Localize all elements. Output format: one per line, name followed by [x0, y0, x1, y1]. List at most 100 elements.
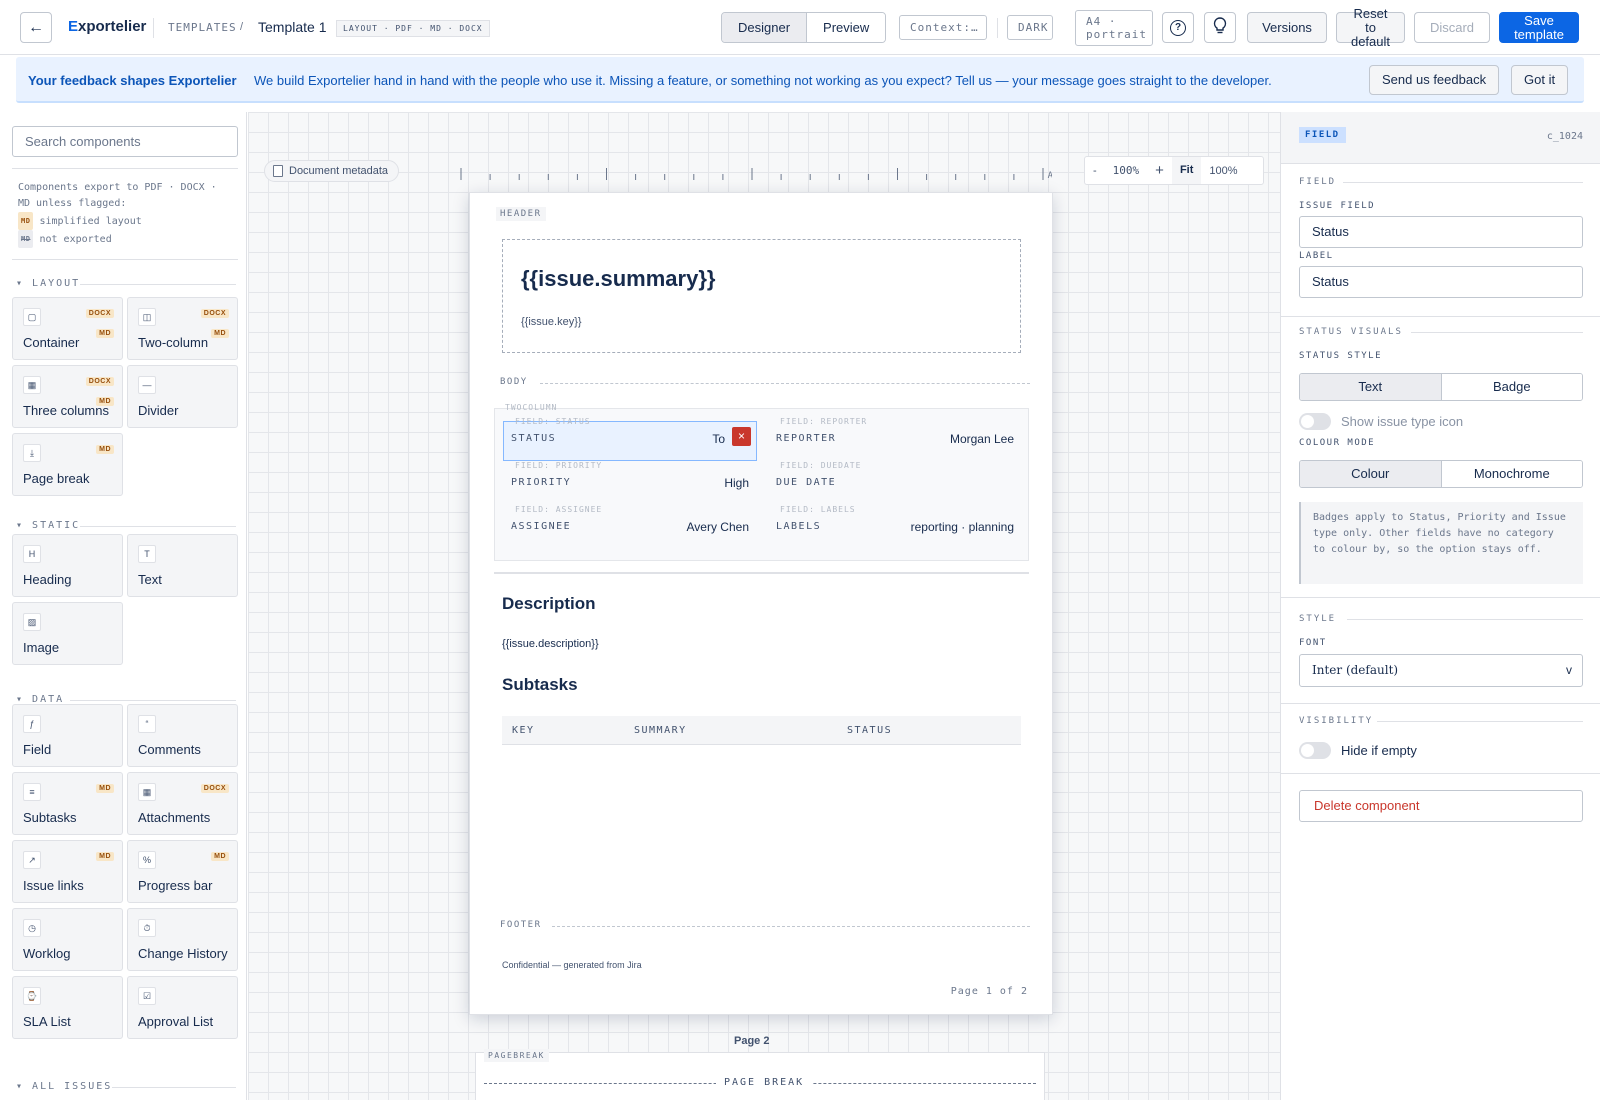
component-card-progress-bar[interactable]: % Progress bar MD [127, 840, 238, 903]
banner-message: We build Exportelier hand in hand with t… [254, 73, 1272, 88]
theme-toggle[interactable]: DARK [1007, 15, 1053, 40]
component-card-label: Text [138, 572, 162, 587]
component-card-image[interactable]: ▨ Image [12, 602, 123, 665]
section-rule [1343, 182, 1583, 183]
header-container[interactable]: {{issue.summary}} {{issue.key}} [502, 239, 1021, 353]
footer-text[interactable]: Confidential — generated from Jira [502, 960, 642, 970]
zoom-controls: - 100% + Fit 100% [1084, 156, 1264, 185]
pagebreak-tag: PAGEBREAK [484, 1049, 549, 1062]
issue-key-text[interactable]: {{issue.key}} [521, 316, 582, 328]
versions-button[interactable]: Versions [1247, 12, 1327, 43]
dismiss-banner-button[interactable]: Got it [1511, 65, 1569, 95]
page-break-text: PAGE BREAK [716, 1077, 813, 1088]
format-tag: MD [96, 445, 114, 454]
separator [153, 18, 154, 38]
component-card-container[interactable]: ▢ Container DOCX MD [12, 297, 123, 360]
component-card-page-break[interactable]: ⤓ Page break MD [12, 433, 123, 496]
field-priority[interactable]: PRIORITY High [503, 473, 757, 495]
component-card-change-history[interactable]: ⏱ Change History [127, 908, 238, 971]
component-card-two-column[interactable]: ◫ Two-column DOCX MD [127, 297, 238, 360]
component-card-sla-list[interactable]: ⌚ SLA List [12, 976, 123, 1039]
save-template-button[interactable]: Save template [1499, 12, 1579, 43]
status-style-badge[interactable]: Badge [1440, 374, 1582, 400]
field-due-date[interactable]: DUE DATE [768, 473, 1022, 495]
document-metadata-button[interactable]: Document metadata [264, 160, 400, 182]
discard-button[interactable]: Discard [1414, 12, 1490, 43]
section-layout[interactable]: ▾ LAYOUT [16, 278, 80, 289]
hide-if-empty-toggle[interactable] [1299, 742, 1331, 759]
component-card-subtasks[interactable]: ≡ Subtasks MD [12, 772, 123, 835]
field-labels[interactable]: LABELS reporting · planning [768, 517, 1022, 539]
font-select[interactable]: Inter (default) v [1299, 654, 1583, 687]
zoom-in-button[interactable]: + [1147, 162, 1172, 179]
colour-mode-monochrome[interactable]: Monochrome [1440, 461, 1582, 487]
breadcrumb-separator: / [240, 21, 245, 33]
tab-preview[interactable]: Preview [806, 13, 886, 42]
progress-bar-icon: % [138, 851, 156, 869]
component-card-field[interactable]: ƒ Field [12, 704, 123, 767]
section-all-issues[interactable]: ▾ ALL ISSUES [16, 1081, 112, 1092]
divider [1281, 703, 1600, 704]
feedback-banner: Your feedback shapes Exportelier We buil… [16, 57, 1584, 103]
component-card-attachments[interactable]: ▦ Attachments DOCX [127, 772, 238, 835]
send-feedback-button[interactable]: Send us feedback [1369, 65, 1500, 95]
template-name[interactable]: Template 1 [258, 19, 326, 35]
field-reporter[interactable]: REPORTER Morgan Lee [768, 429, 1022, 451]
column-status: STATUS [847, 725, 893, 736]
label-input[interactable]: Status [1299, 266, 1583, 298]
field-status[interactable]: STATUS To [503, 429, 757, 451]
component-card-text[interactable]: T Text [127, 534, 238, 597]
section-static[interactable]: ▾ STATIC [16, 520, 80, 531]
design-canvas[interactable]: Document metadata A - 100% + Fit 100% HE… [248, 112, 1280, 1100]
ruler: A [460, 168, 1052, 181]
issue-summary-heading[interactable]: {{issue.summary}} [521, 266, 715, 292]
component-card-issue-links[interactable]: ↗ Issue links MD [12, 840, 123, 903]
component-palette: Search components Components export to P… [0, 112, 247, 1100]
colour-mode-colour[interactable]: Colour [1300, 461, 1441, 487]
component-card-worklog[interactable]: ◷ Worklog [12, 908, 123, 971]
context-select[interactable]: Context:… [899, 15, 987, 40]
page-size-select[interactable]: A4 · portrait [1075, 10, 1153, 46]
fit-button[interactable]: Fit [1171, 157, 1202, 184]
status-style-text[interactable]: Text [1300, 374, 1441, 400]
zoom-out-button[interactable]: - [1085, 165, 1105, 177]
two-column-container[interactable]: TWOCOLUMN × FIELD: STATUS STATUS To FIELD: … [494, 403, 1029, 561]
show-issue-type-icon-toggle[interactable] [1299, 413, 1331, 430]
field-assignee[interactable]: ASSIGNEE Avery Chen [503, 517, 757, 539]
divider [1281, 597, 1600, 598]
description-text[interactable]: {{issue.description}} [502, 638, 599, 650]
tab-designer[interactable]: Designer [722, 13, 807, 42]
top-bar: ← Exportelier TEMPLATES / Template 1 LAY… [0, 0, 1600, 55]
breadcrumb-templates[interactable]: TEMPLATES [168, 21, 237, 34]
divider-icon: — [138, 376, 156, 394]
tips-button[interactable] [1204, 12, 1236, 43]
subtasks-table-header[interactable]: KEY SUMMARY STATUS [502, 716, 1021, 745]
description-heading[interactable]: Description [502, 594, 596, 614]
two-column-icon: ◫ [138, 308, 156, 326]
component-card-three-columns[interactable]: ▦ Three columns DOCX MD [12, 365, 123, 428]
document-page[interactable]: HEADER {{issue.summary}} {{issue.key}} B… [469, 192, 1053, 1015]
issue-field-label: ISSUE FIELD [1299, 201, 1376, 211]
issue-field-input[interactable]: Status [1299, 216, 1583, 248]
subtasks-heading[interactable]: Subtasks [502, 675, 578, 695]
component-card-comments[interactable]: “ Comments [127, 704, 238, 767]
format-tag: MD [211, 329, 229, 338]
component-card-label: Page break [23, 471, 90, 486]
divider-line[interactable] [494, 572, 1029, 574]
attachments-icon: ▦ [138, 783, 156, 801]
column-summary: SUMMARY [634, 725, 687, 736]
component-card-divider[interactable]: — Divider [127, 365, 238, 428]
search-components-input[interactable]: Search components [12, 126, 238, 157]
reset-to-default-button[interactable]: Reset to default [1336, 6, 1405, 48]
component-card-approval-list[interactable]: ☑ Approval List [127, 976, 238, 1039]
container-icon: ▢ [23, 308, 41, 326]
show-issue-type-icon-label: Show issue type icon [1341, 414, 1464, 429]
help-button[interactable]: ? [1162, 12, 1194, 43]
delete-component-button[interactable]: Delete component [1299, 790, 1583, 822]
component-card-heading[interactable]: H Heading [12, 534, 123, 597]
document-page-2[interactable]: PAGEBREAK PAGE BREAK [475, 1049, 1045, 1100]
field-value: Avery Chen [686, 520, 749, 534]
three-columns-icon: ▦ [23, 376, 41, 394]
field-label: REPORTER [776, 433, 837, 444]
back-button[interactable]: ← [20, 12, 52, 43]
